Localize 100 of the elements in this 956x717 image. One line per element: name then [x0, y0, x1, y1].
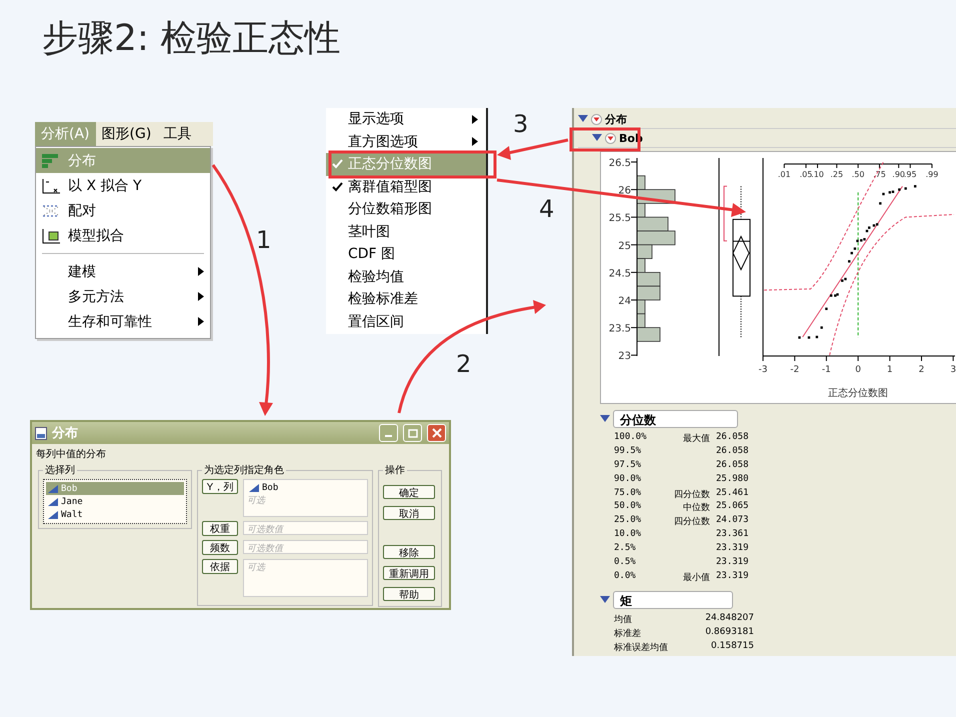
dropdown-icon[interactable]: [591, 114, 602, 124]
action-button[interactable]: 重新调用: [383, 566, 435, 580]
column-list-item[interactable]: Jane: [46, 495, 184, 508]
menu-item[interactable]: 置信区间: [326, 310, 486, 333]
report-title: 分布: [605, 112, 627, 126]
table-cell-text: 99.5%: [614, 446, 642, 458]
checkmark-icon: [332, 182, 343, 192]
axis-tick-label: -3: [758, 365, 768, 375]
menu-item[interactable]: 直方图选项: [326, 130, 486, 153]
axis-tick-label: .75: [873, 170, 886, 179]
scatter-icon: [41, 202, 61, 218]
submenu-arrow-icon: [198, 292, 204, 301]
table-cell-text: 10.0%: [614, 529, 642, 542]
axis-tick-label: 1: [886, 365, 893, 375]
table-cell-text: 标准差: [614, 628, 642, 641]
axis-tick-label: 24.5: [608, 268, 631, 280]
action-button[interactable]: 确定: [383, 485, 435, 499]
dropdown-icon[interactable]: [605, 132, 616, 144]
menu-item[interactable]: 多元方法: [36, 284, 210, 309]
axis-tick-label: 23: [618, 351, 631, 362]
column-list-item[interactable]: Walt: [46, 508, 184, 521]
menu-item[interactable]: 分位数箱形图: [326, 198, 486, 220]
menu-item[interactable]: 以 X 拟合 Y: [36, 173, 210, 198]
table-cell-text: 26.058: [716, 460, 750, 472]
axis-tick-label: .05: [800, 170, 812, 179]
table-cell: 最小值: [683, 572, 710, 583]
close-icon: [432, 428, 442, 438]
axis-tick-label: .50: [852, 170, 864, 179]
submenu-arrow-icon: [198, 317, 204, 326]
axis-tick-label: .01: [778, 170, 791, 179]
axis-tick-label: .10: [811, 170, 824, 179]
axis-tick-label: -1: [822, 365, 831, 375]
section-title: 分位数: [613, 410, 738, 428]
model-icon: [41, 228, 61, 244]
collapse-icon[interactable]: [592, 134, 602, 142]
menu-item[interactable]: 茎叶图: [326, 220, 486, 243]
menu-item[interactable]: 生存和可靠性: [36, 309, 210, 334]
axis-tick-label: .25: [830, 170, 844, 179]
menu-item[interactable]: 离群值箱型图: [326, 176, 486, 198]
placeholder-text: 可选: [247, 562, 267, 574]
dialog-description: 每列中值的分布: [35, 448, 107, 462]
menu-item[interactable]: 建模: [36, 259, 210, 284]
table-cell-text: 24.848207: [704, 612, 754, 625]
axis-tick-label: 2: [918, 365, 924, 375]
table-cell-text: 23.361: [716, 529, 750, 542]
axis-tick-label: .99: [926, 170, 938, 179]
collapse-icon[interactable]: [578, 115, 588, 123]
axis-tick-label: 26.5: [608, 158, 631, 169]
table-cell-text: 50.0%: [614, 501, 642, 514]
role-button[interactable]: Y，列: [202, 479, 238, 494]
table-cell: 中位数: [683, 503, 710, 514]
step-number: 3: [513, 110, 528, 138]
role-button[interactable]: 权重: [202, 521, 238, 536]
menu-bar-item[interactable]: 图形(G): [96, 122, 158, 146]
menu-item[interactable]: 显示选项: [326, 108, 486, 130]
table-cell-text: 均值: [614, 614, 633, 627]
window-title: 分布: [52, 425, 79, 442]
submenu-arrow-icon: [472, 114, 478, 124]
group-title: 选择列: [44, 464, 76, 477]
step-number: 4: [539, 195, 554, 223]
role-button[interactable]: 频数: [202, 540, 238, 555]
table-cell-text: 0.158715: [710, 640, 754, 653]
collapse-icon[interactable]: [600, 596, 610, 604]
table-cell-text: 0.8693181: [704, 626, 754, 639]
table-cell-text: 75.0%: [614, 488, 642, 500]
role-button[interactable]: 依据: [202, 559, 238, 574]
placeholder-text: 可选数值: [247, 542, 285, 555]
document-icon: [35, 426, 47, 440]
menu-item[interactable]: 模型拟合: [36, 223, 210, 248]
table-cell-text: 25.065: [716, 501, 750, 514]
table-cell-text: 2.5%: [614, 543, 637, 556]
table-cell-text: 0.0%: [614, 570, 637, 583]
axis-tick-label: 26: [618, 186, 631, 197]
action-button[interactable]: 帮助: [383, 587, 435, 601]
axis-tick-label: 0: [855, 365, 861, 375]
placeholder-text: 可选: [247, 494, 267, 507]
axes-icon: [41, 178, 61, 194]
menu-item[interactable]: CDF 图: [326, 243, 486, 266]
role-field[interactable]: Bob 可选: [243, 479, 368, 517]
group-title: 为选定列指定角色: [203, 464, 285, 477]
axis-tick-label: 25.5: [608, 213, 631, 224]
maximize-icon: [408, 428, 418, 438]
action-button[interactable]: 取消: [383, 506, 435, 520]
menu-item[interactable]: 检验标准差: [326, 288, 486, 310]
bar-chart-icon: [41, 152, 61, 168]
close-button[interactable]: [427, 424, 446, 442]
menu-item[interactable]: 检验均值: [326, 266, 486, 288]
action-button[interactable]: 移除: [383, 545, 435, 559]
table-cell-text: 0.5%: [614, 557, 637, 570]
table-cell-text: 90.0%: [614, 474, 642, 486]
axis-tick-label: 3: [950, 365, 956, 375]
section-title: 矩: [613, 590, 733, 609]
menu-bar-item[interactable]: 工具: [157, 122, 198, 146]
axis-tick-label: .90: [892, 170, 906, 179]
axis-tick-label: -2: [790, 365, 800, 375]
table-cell-text: 23.319: [716, 557, 750, 570]
axis-tick-label: 23.5: [608, 324, 631, 335]
menu-item[interactable]: 配对: [36, 198, 210, 223]
step-number: 2: [456, 350, 472, 378]
collapse-icon[interactable]: [600, 415, 610, 423]
